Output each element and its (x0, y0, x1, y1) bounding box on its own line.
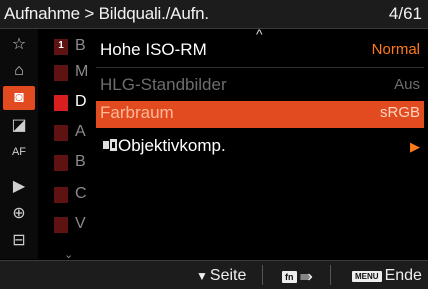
subtab-item[interactable]: 1 B (44, 35, 90, 59)
submenu-arrow-icon: ▶ (410, 139, 420, 154)
menu-item-hlg-stills[interactable]: HLG-Standbilder Aus (96, 73, 424, 97)
menu-header: Aufnahme > Bildquali./Aufn. 4/61 (0, 0, 428, 29)
camera-menu-screen: Aufnahme > Bildquali./Aufn. 4/61 ☆ ⌂ ◙ ◪… (0, 0, 428, 289)
menu-item-label: Hohe ISO-RM (100, 40, 207, 59)
subtab-item[interactable]: V (44, 213, 90, 237)
subtab-marker (54, 187, 68, 203)
menu-footer: ▼ Seite fn ⇛ MENU Ende (0, 260, 428, 289)
end-button[interactable]: MENU Ende (352, 267, 422, 285)
page-button[interactable]: ▼ Seite (196, 267, 246, 285)
divider (96, 67, 424, 68)
fn-button[interactable]: fn ⇛ (282, 267, 313, 287)
subtab-item[interactable]: M (44, 61, 90, 85)
network-icon[interactable]: ⊕ (3, 201, 35, 225)
camera-icon[interactable]: ◙ (3, 86, 35, 110)
subtab-marker (54, 95, 68, 111)
page-indicator: 4/61 (388, 4, 422, 23)
menu-item-high-iso-nr[interactable]: Hohe ISO-RM Normal (96, 38, 424, 62)
subtab-marker: 1 (54, 39, 68, 55)
menu-item-lens-compensation[interactable]: Objektivkomp. ▶ (96, 134, 424, 158)
breadcrumb: Aufnahme > Bildquali./Aufn. (4, 4, 209, 23)
subtab-item[interactable]: A (44, 121, 90, 145)
subtab-column: 1 B M D A B C V (44, 31, 90, 259)
menu-item-value: sRGB (379, 104, 420, 121)
menu-item-value: Aus (394, 76, 420, 93)
subtab-item-selected[interactable]: D (44, 91, 90, 115)
page-down-icon: ▼ (196, 269, 208, 283)
category-sidebar: ☆ ⌂ ◙ ◪ AF ▶ ⊕ ⊟ (0, 29, 38, 259)
star-icon[interactable]: ☆ (3, 32, 35, 56)
playback-icon[interactable]: ▶ (3, 174, 35, 198)
subtab-marker (54, 65, 68, 81)
af-icon[interactable]: AF (3, 140, 35, 164)
fn-chip-icon: fn (282, 271, 297, 283)
subtab-item[interactable]: B (44, 151, 90, 175)
menu-item-label: HLG-Standbilder (100, 75, 227, 94)
menu-item-color-space[interactable]: Farbraum sRGB (96, 101, 424, 128)
page-label: Seite (209, 267, 247, 284)
fn-action-icon: ⇛ (299, 269, 313, 286)
end-label: Ende (384, 267, 422, 284)
exposure-icon[interactable]: ◪ (3, 113, 35, 137)
subtab-marker (54, 217, 68, 233)
menu-item-label: Objektivkomp. (118, 136, 226, 155)
lens-icon (103, 139, 117, 151)
menu-chip-icon: MENU (352, 270, 382, 282)
subtab-item[interactable]: C (44, 183, 90, 207)
home-icon[interactable]: ⌂ (3, 59, 35, 83)
subtab-marker (54, 125, 68, 141)
menu-item-label: Farbraum (100, 103, 174, 122)
divider (330, 265, 331, 285)
subtab-marker (54, 155, 68, 171)
toolbox-icon[interactable]: ⊟ (3, 228, 35, 252)
menu-item-value: Normal (371, 41, 420, 58)
divider (262, 265, 263, 285)
